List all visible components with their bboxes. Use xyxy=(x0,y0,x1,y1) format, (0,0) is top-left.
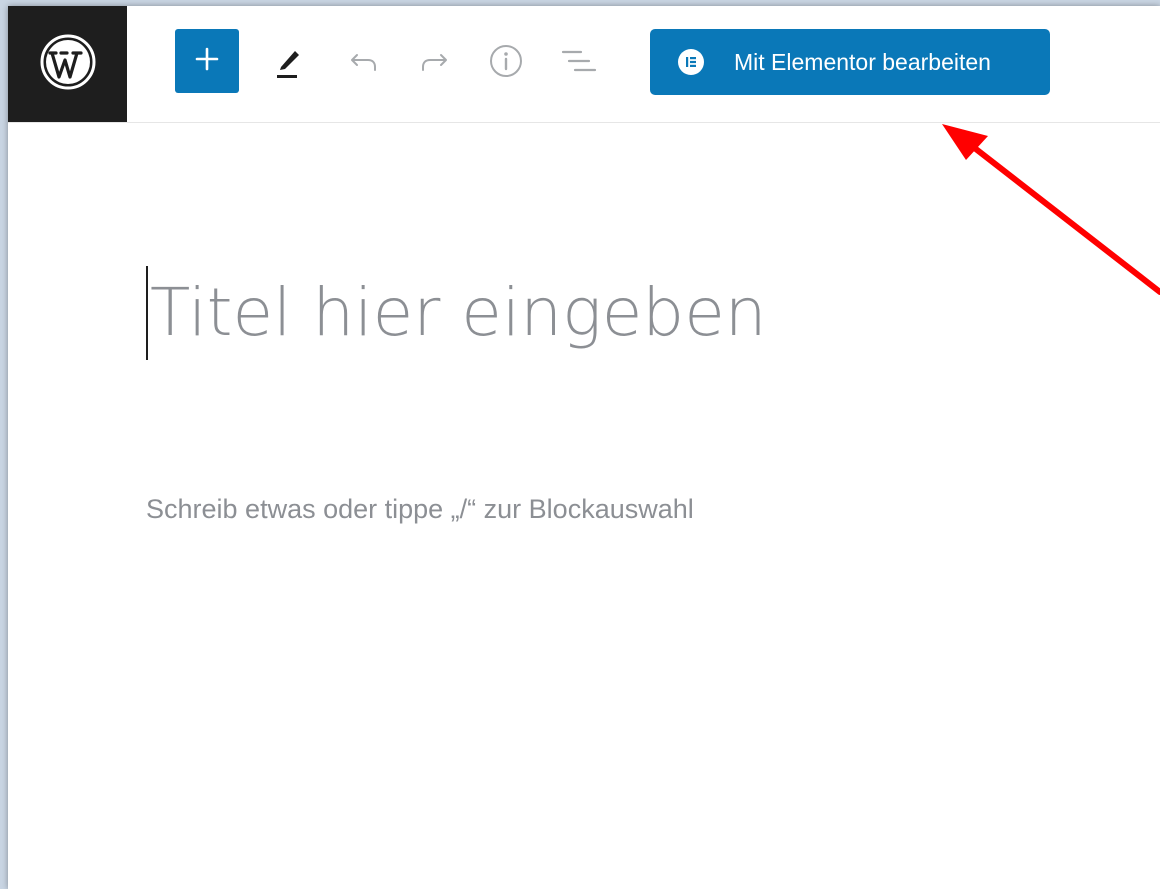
list-view-button[interactable] xyxy=(558,38,598,88)
post-title-input[interactable]: Titel hier eingeben xyxy=(146,266,767,360)
list-view-icon xyxy=(559,44,597,83)
add-block-button[interactable] xyxy=(175,29,239,93)
redo-icon xyxy=(418,47,450,80)
editor-header: Mit Elementor bearbeiten xyxy=(8,6,1160,123)
plus-icon xyxy=(194,46,220,77)
undo-button[interactable] xyxy=(346,38,382,88)
edit-with-elementor-button[interactable]: Mit Elementor bearbeiten xyxy=(650,29,1050,95)
wordpress-logo-button[interactable] xyxy=(8,6,127,122)
tools-button[interactable] xyxy=(270,38,306,88)
elementor-icon xyxy=(678,49,704,75)
text-caret xyxy=(146,266,148,360)
redo-button[interactable] xyxy=(416,38,452,88)
pencil-icon xyxy=(272,42,304,85)
info-icon xyxy=(488,43,524,84)
undo-icon xyxy=(348,47,380,80)
details-button[interactable] xyxy=(488,38,524,88)
wordpress-logo-icon xyxy=(39,33,97,96)
title-placeholder: Titel hier eingeben xyxy=(150,274,767,351)
paragraph-block-placeholder[interactable]: Schreib etwas oder tippe „/“ zur Blockau… xyxy=(146,494,694,525)
editor-window: Mit Elementor bearbeiten Titel hier eing… xyxy=(8,6,1160,889)
edit-with-elementor-label: Mit Elementor bearbeiten xyxy=(734,48,991,75)
